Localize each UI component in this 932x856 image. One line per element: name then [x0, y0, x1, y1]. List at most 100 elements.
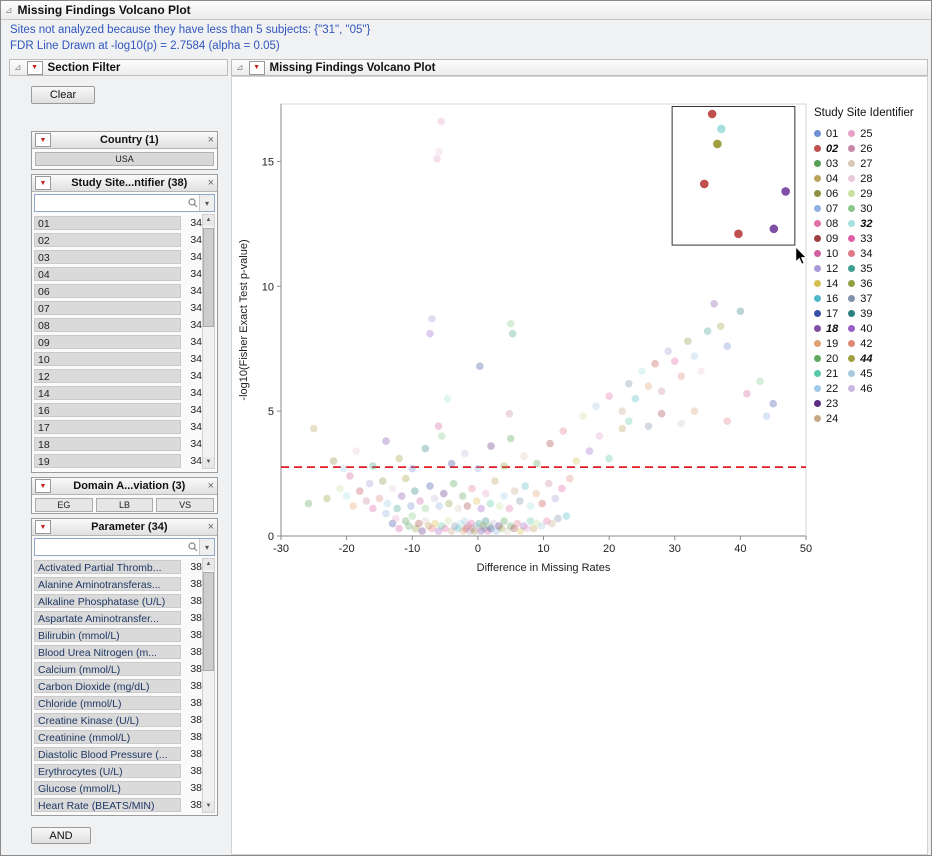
scrollbar-thumb[interactable] [203, 572, 214, 671]
scrollbar-thumb[interactable] [203, 228, 214, 327]
scatter-point[interactable] [563, 512, 571, 520]
scatter-point[interactable] [638, 367, 646, 375]
scatter-point[interactable] [573, 457, 581, 465]
parameter-search-input[interactable] [35, 540, 186, 554]
study-site-row[interactable]: 0234 [34, 231, 202, 248]
scatter-point[interactable] [506, 505, 514, 513]
scatter-point[interactable] [405, 522, 413, 530]
scatter-point[interactable] [476, 362, 484, 370]
scatter-point[interactable] [545, 480, 553, 488]
scrollbar-track[interactable] [203, 226, 214, 457]
legend-entry[interactable]: 30 [848, 201, 872, 216]
scatter-point[interactable] [482, 490, 490, 498]
scatter-point[interactable] [450, 480, 458, 488]
scatter-point[interactable] [704, 327, 712, 335]
scatter-point[interactable] [516, 497, 524, 505]
disclosure-triangle-icon[interactable]: ⊿ [5, 6, 13, 15]
study-site-row[interactable]: 0734 [34, 299, 202, 316]
scatter-point[interactable] [605, 392, 613, 400]
scatter-point[interactable] [658, 410, 666, 418]
scatter-point[interactable] [474, 465, 482, 473]
legend-entry[interactable]: 24 [814, 411, 838, 426]
red-triangle-menu-button[interactable]: ▼ [249, 61, 265, 75]
scatter-point[interactable] [433, 155, 441, 163]
legend-entry[interactable]: 16 [814, 291, 838, 306]
scatter-point[interactable] [461, 450, 469, 458]
legend-entry[interactable]: 29 [848, 186, 872, 201]
scatter-point[interactable] [763, 412, 771, 420]
parameter-row[interactable]: Creatine Kinase (U/L)38 [34, 711, 202, 728]
scatter-point[interactable] [349, 502, 357, 510]
scroll-up-icon[interactable]: ▲ [203, 215, 214, 226]
scatter-point[interactable] [618, 425, 626, 433]
study-site-row[interactable]: 0134 [34, 214, 202, 231]
scatter-point[interactable] [356, 487, 364, 495]
parameter-row[interactable]: Bilirubin (mmol/L)38 [34, 626, 202, 643]
scatter-point[interactable] [353, 447, 361, 455]
scatter-point[interactable] [369, 462, 377, 470]
legend-entry[interactable]: 45 [848, 366, 872, 381]
scatter-point[interactable] [438, 432, 446, 440]
scatter-point-selected[interactable] [708, 110, 717, 119]
scatter-point[interactable] [487, 500, 495, 508]
scatter-point[interactable] [384, 500, 392, 508]
parameter-row[interactable]: Alanine Aminotransferas...38 [34, 575, 202, 592]
scatter-point[interactable] [415, 520, 423, 528]
legend-entry[interactable]: 21 [814, 366, 838, 381]
legend-entry[interactable]: 23 [814, 396, 838, 411]
scatter-point[interactable] [507, 320, 515, 328]
legend-entry[interactable]: 22 [814, 381, 838, 396]
scatter-point[interactable] [527, 502, 535, 510]
scatter-point-selected[interactable] [713, 140, 722, 149]
scatter-point[interactable] [395, 525, 403, 533]
scatter-point[interactable] [566, 475, 574, 483]
legend-entry[interactable]: 33 [848, 231, 872, 246]
scatter-point[interactable] [697, 367, 705, 375]
scatter-point[interactable] [491, 477, 499, 485]
legend-entry[interactable]: 04 [814, 171, 838, 186]
scroll-down-icon[interactable]: ▼ [203, 801, 214, 812]
legend-entry[interactable]: 09 [814, 231, 838, 246]
legend-entry[interactable]: 18 [814, 321, 838, 336]
scatter-point[interactable] [435, 502, 443, 510]
scatter-point[interactable] [340, 465, 348, 473]
scatter-point[interactable] [507, 435, 515, 443]
scatter-point[interactable] [330, 457, 338, 465]
study-site-row[interactable]: 1734 [34, 418, 202, 435]
scatter-point[interactable] [418, 527, 426, 535]
scatter-point[interactable] [444, 395, 452, 403]
legend-entry[interactable]: 25 [848, 126, 872, 141]
scatter-point[interactable] [658, 387, 666, 395]
scatter-point[interactable] [548, 520, 556, 528]
scatter-point-selected[interactable] [781, 187, 790, 196]
volcano-plot-canvas[interactable]: -30-20-1001020304050051015Difference in … [231, 81, 816, 601]
scatter-point[interactable] [382, 437, 390, 445]
scatter-point[interactable] [310, 425, 318, 433]
scatter-point[interactable] [487, 442, 495, 450]
red-triangle-menu-button[interactable]: ▼ [35, 176, 51, 190]
legend-entry[interactable]: 40 [848, 321, 872, 336]
scatter-point[interactable] [678, 420, 686, 428]
scatter-point[interactable] [538, 500, 546, 508]
legend-entry[interactable]: 03 [814, 156, 838, 171]
scatter-point[interactable] [500, 517, 508, 525]
close-icon[interactable]: × [208, 135, 214, 146]
parameter-row[interactable]: Creatinine (mmol/L)38 [34, 728, 202, 745]
study-site-row[interactable]: 1034 [34, 350, 202, 367]
scatter-point[interactable] [509, 330, 517, 338]
scatter-point[interactable] [511, 487, 519, 495]
parameter-row[interactable]: Calcium (mmol/L)38 [34, 660, 202, 677]
scatter-point[interactable] [496, 502, 504, 510]
scatter-point[interactable] [346, 472, 354, 480]
domain-item-lb[interactable]: LB [96, 498, 154, 512]
study-site-search-input[interactable] [35, 196, 186, 210]
scatter-point[interactable] [422, 445, 430, 453]
scatter-point[interactable] [532, 490, 540, 498]
scatter-point[interactable] [363, 497, 371, 505]
scatter-point-selected[interactable] [700, 180, 709, 189]
legend-entry[interactable]: 32 [848, 216, 872, 231]
legend-entry[interactable]: 20 [814, 351, 838, 366]
scatter-point[interactable] [632, 395, 640, 403]
scatter-point[interactable] [398, 492, 406, 500]
scatter-point[interactable] [527, 517, 535, 525]
